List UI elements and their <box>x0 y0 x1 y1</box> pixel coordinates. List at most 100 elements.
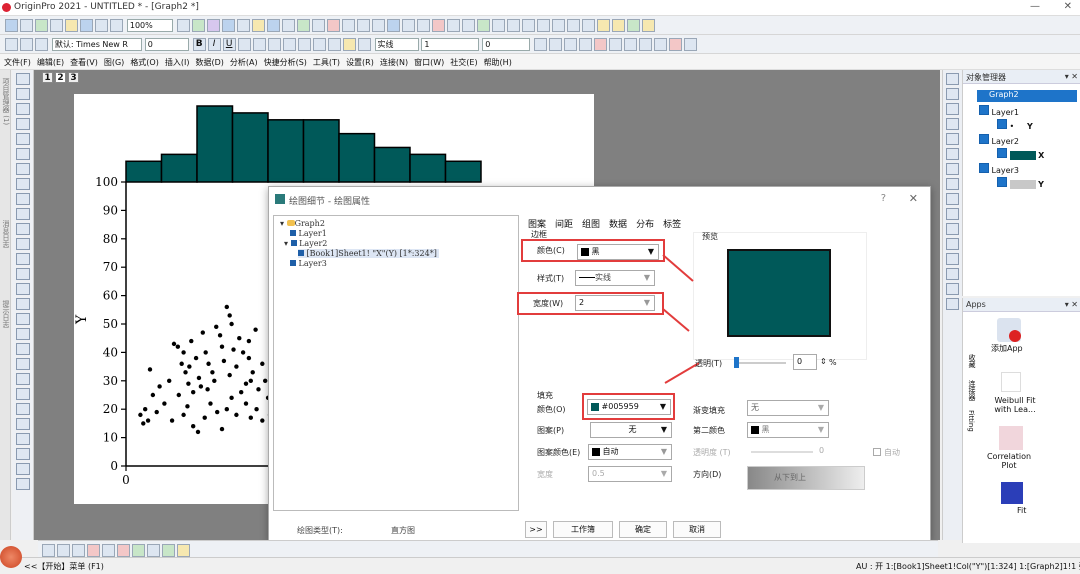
new-matrix-icon[interactable] <box>50 19 63 32</box>
line-tool-icon[interactable] <box>15 268 30 280</box>
curved-arrow-icon[interactable] <box>15 253 30 265</box>
border-width-select[interactable]: 2 ▼ <box>575 295 655 311</box>
message-log-tab[interactable]: 消息日志 <box>1 220 11 248</box>
checkbox-icon[interactable] <box>979 134 989 144</box>
subscript-icon[interactable] <box>252 38 266 51</box>
menu-item[interactable]: 快捷分析(S) <box>261 54 310 68</box>
tree-node-plot[interactable]: [Book1]Sheet1! "X"(Y) [1*:324*] <box>298 249 439 258</box>
layer-5-icon[interactable] <box>654 38 668 51</box>
undo-icon[interactable] <box>5 38 18 51</box>
correlation-plot-label[interactable]: Correlation Plot <box>981 452 1037 470</box>
layer-6-icon[interactable] <box>669 38 683 51</box>
text-tool-icon[interactable] <box>15 223 30 235</box>
panel-menu-icon[interactable]: ▾ ✕ <box>1065 72 1078 81</box>
contour-icon[interactable] <box>132 544 145 557</box>
layer-4-icon[interactable] <box>639 38 653 51</box>
rectangle-tool-icon[interactable] <box>15 283 30 295</box>
transparency-slider[interactable] <box>734 357 786 368</box>
ok-button[interactable]: 确定 <box>619 521 667 538</box>
cut-icon[interactable] <box>35 38 48 51</box>
axis-x-icon[interactable] <box>491 19 505 32</box>
menu-item[interactable]: 格式(O) <box>127 54 162 68</box>
workbook-button[interactable]: 工作簿 <box>553 521 613 538</box>
arrow-left-icon[interactable] <box>536 19 550 32</box>
line-draw-icon[interactable] <box>42 544 55 557</box>
graph-tool-icon[interactable] <box>946 148 959 160</box>
menu-item[interactable]: 编辑(E) <box>34 54 67 68</box>
help-icon[interactable]: ? <box>881 193 886 204</box>
new-project-icon[interactable] <box>5 19 18 32</box>
border-style-select[interactable]: 实线 ▼ <box>575 270 655 286</box>
code-builder-icon[interactable] <box>206 19 220 32</box>
import-icon[interactable] <box>296 19 310 32</box>
greek-icon[interactable] <box>267 38 281 51</box>
graph-tool-icon[interactable] <box>946 208 959 220</box>
om-layer3-plot[interactable]: Y <box>997 177 1044 189</box>
menu-item[interactable]: 工具(T) <box>310 54 343 68</box>
graph-tool-icon[interactable] <box>946 133 959 145</box>
graph-tool-icon[interactable] <box>946 73 959 85</box>
scale-bar-icon[interactable] <box>15 478 30 490</box>
favorites-tab[interactable]: 收藏 <box>967 354 977 368</box>
circle-tool-icon[interactable] <box>15 388 30 400</box>
spin-icon[interactable]: ⇕ <box>820 357 827 366</box>
graph-tool-icon[interactable] <box>946 88 959 100</box>
graph-tool-icon[interactable] <box>946 298 959 310</box>
page-tab-3[interactable]: 3 <box>68 72 79 83</box>
fit-label[interactable]: Fit <box>1017 506 1026 515</box>
layer-info-icon[interactable] <box>15 433 30 445</box>
zoom-tool-icon[interactable] <box>15 88 30 100</box>
scatter-icon[interactable] <box>72 544 85 557</box>
close-icon[interactable]: ✕ <box>1064 1 1072 12</box>
axis-z-icon[interactable] <box>521 19 535 32</box>
start-menu-icon[interactable] <box>0 546 22 568</box>
layer-icon[interactable] <box>594 38 608 51</box>
graph-tool-icon[interactable] <box>946 163 959 175</box>
add-app-label[interactable]: 添加App <box>991 343 1023 354</box>
insert-equation-icon[interactable] <box>15 358 30 370</box>
axis-y-icon[interactable] <box>506 19 520 32</box>
fitting-tab[interactable]: Fitting <box>967 410 975 432</box>
superscript-icon[interactable] <box>237 38 251 51</box>
symbol-icon[interactable] <box>564 38 578 51</box>
tree-node-layer1[interactable]: Layer1 <box>290 229 327 238</box>
border-icon[interactable] <box>549 38 563 51</box>
project-explorer-icon[interactable] <box>251 19 265 32</box>
tab-group[interactable]: 组图 <box>582 220 600 230</box>
contour-plot-icon[interactable] <box>461 19 475 32</box>
graph-tool-icon[interactable] <box>946 268 959 280</box>
page-tab-1[interactable]: 1 <box>42 72 53 83</box>
results-log-icon[interactable] <box>221 19 235 32</box>
menu-item[interactable]: 连接(N) <box>377 54 411 68</box>
zoom-out-tool-icon[interactable] <box>15 103 30 115</box>
symbol-size-icon[interactable] <box>579 38 593 51</box>
graph-tool-icon[interactable] <box>946 193 959 205</box>
expand-button[interactable]: >> <box>525 521 547 538</box>
om-layer2-node[interactable]: Layer2 <box>979 134 1019 146</box>
menu-item[interactable]: 分析(A) <box>227 54 261 68</box>
3d-plot-icon[interactable] <box>446 19 460 32</box>
app-2-icon[interactable] <box>611 19 625 32</box>
command-window-icon[interactable] <box>236 19 250 32</box>
add-app-icon[interactable] <box>997 318 1021 342</box>
line-width-select[interactable]: 1 <box>421 38 480 51</box>
grouped-icon[interactable] <box>102 544 115 557</box>
gradient-select[interactable]: 无 ▼ <box>747 400 829 416</box>
hand-tool-icon[interactable] <box>15 298 30 310</box>
menu-item[interactable]: 设置(R) <box>343 54 377 68</box>
fill-color-icon[interactable] <box>342 38 356 51</box>
print-icon[interactable] <box>95 19 108 32</box>
second-color-select[interactable]: 黑 ▼ <box>747 422 829 438</box>
graph-tool-icon[interactable] <box>946 238 959 250</box>
transparency2-slider[interactable] <box>751 451 813 453</box>
app-icon[interactable] <box>596 19 610 32</box>
tree-node-graph[interactable]: ▾ Graph2 <box>280 219 325 228</box>
line-style-select[interactable]: 实线 <box>374 38 419 51</box>
date-time-icon[interactable] <box>15 403 30 415</box>
om-layer3-node[interactable]: Layer3 <box>979 163 1019 175</box>
app-3-icon[interactable] <box>626 19 640 32</box>
bubble-legend-icon[interactable] <box>15 463 30 475</box>
fit-icon[interactable] <box>1001 482 1023 504</box>
align-right-icon[interactable] <box>312 38 326 51</box>
line-color-icon[interactable] <box>357 38 371 51</box>
